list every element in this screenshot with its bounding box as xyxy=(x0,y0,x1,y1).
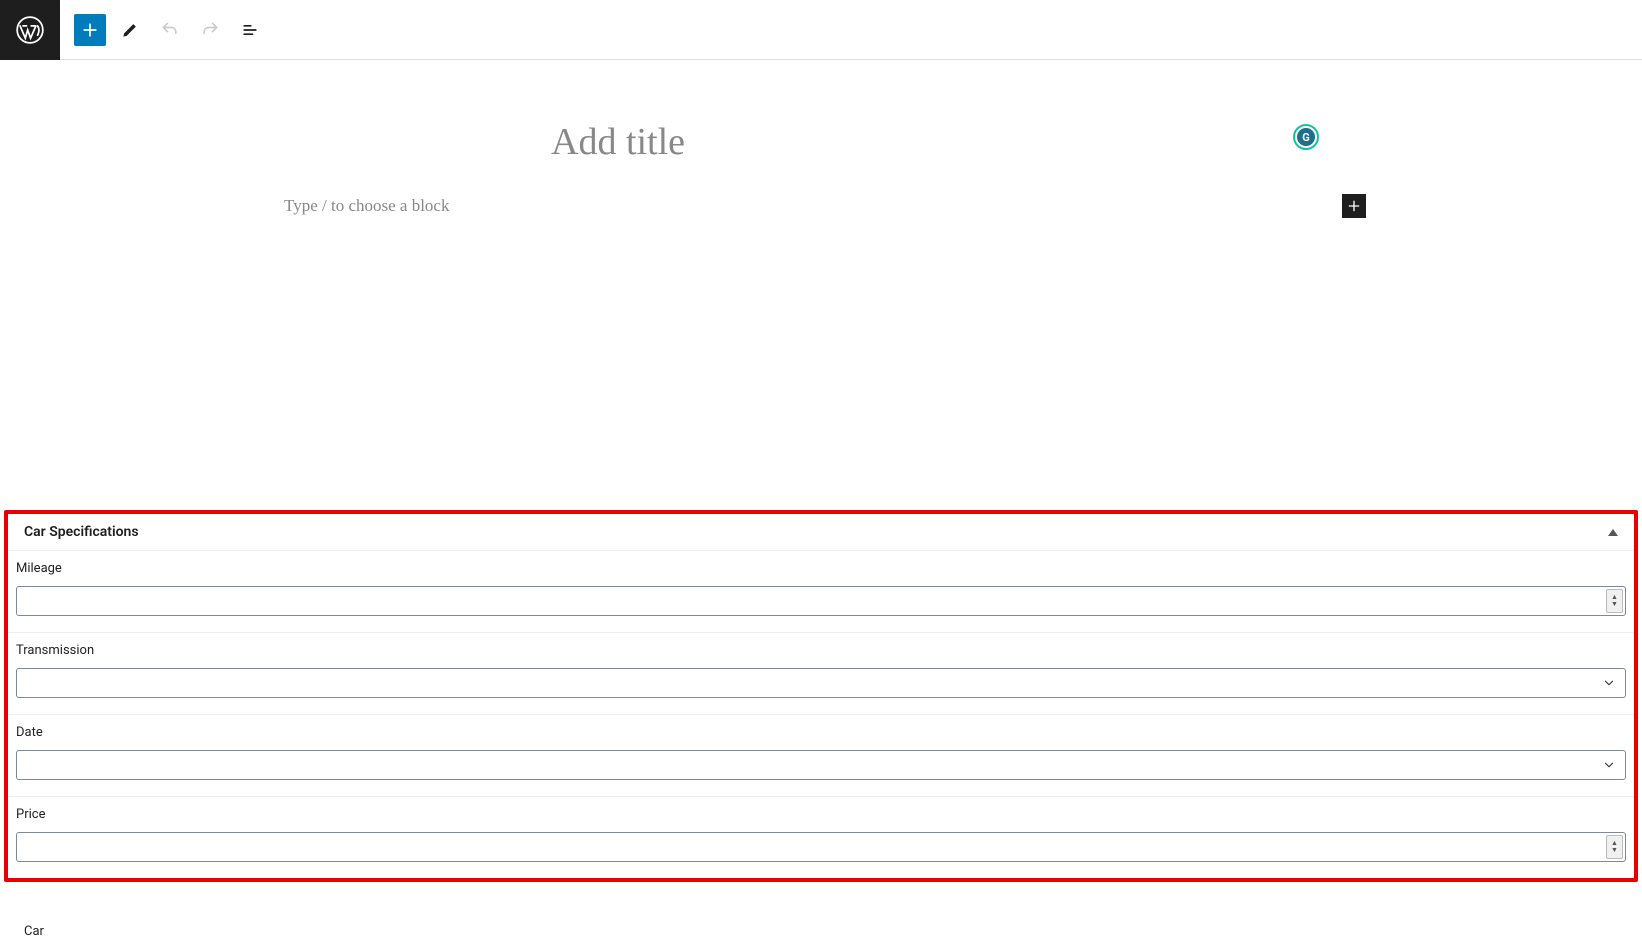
transmission-label: Transmission xyxy=(16,643,1626,658)
redo-icon xyxy=(200,20,220,40)
mileage-label: Mileage xyxy=(16,561,1626,576)
plus-icon xyxy=(80,20,100,40)
metabox-title: Car Specifications xyxy=(24,524,139,540)
undo-button[interactable] xyxy=(154,14,186,46)
number-spinner-icon[interactable]: ▲▼ xyxy=(1606,835,1623,859)
document-outline-button[interactable] xyxy=(234,14,266,46)
price-label: Price xyxy=(16,807,1626,822)
block-placeholder-text[interactable]: Type / to choose a block xyxy=(276,196,449,216)
toolbar-main-group xyxy=(60,14,266,46)
editor-top-toolbar xyxy=(0,0,1642,60)
price-input[interactable] xyxy=(16,832,1626,862)
outline-icon xyxy=(240,20,260,40)
date-label: Date xyxy=(16,725,1626,740)
undo-icon xyxy=(160,20,180,40)
empty-block-row: Type / to choose a block xyxy=(276,194,1366,218)
number-spinner-icon[interactable]: ▲▼ xyxy=(1606,589,1623,613)
pencil-icon xyxy=(120,20,140,40)
mileage-input[interactable] xyxy=(16,586,1626,616)
editor-canvas: Add title G Type / to choose a block xyxy=(0,60,1642,218)
post-title-area: Add title G xyxy=(401,120,1241,164)
grammarly-badge[interactable]: G xyxy=(1293,124,1319,150)
field-transmission: Transmission xyxy=(8,633,1634,715)
collapse-icon xyxy=(1608,529,1618,536)
wordpress-logo[interactable] xyxy=(0,0,60,60)
date-select[interactable] xyxy=(16,750,1626,780)
field-date: Date xyxy=(8,715,1634,797)
grammarly-icon: G xyxy=(1297,128,1315,146)
field-mileage: Mileage ▲▼ xyxy=(8,551,1634,633)
inline-add-block-button[interactable] xyxy=(1342,194,1366,218)
post-title-input[interactable]: Add title xyxy=(401,120,1241,164)
metabox-header[interactable]: Car Specifications xyxy=(8,514,1634,551)
car-specifications-metabox: Car Specifications Mileage ▲▼ Transmissi… xyxy=(4,510,1638,882)
footer-post-type-label: Car xyxy=(24,924,44,939)
wordpress-icon xyxy=(16,16,44,44)
field-price: Price ▲▼ xyxy=(8,797,1634,878)
transmission-select[interactable] xyxy=(16,668,1626,698)
redo-button[interactable] xyxy=(194,14,226,46)
tools-button[interactable] xyxy=(114,14,146,46)
plus-icon xyxy=(1346,198,1362,214)
add-block-button[interactable] xyxy=(74,14,106,46)
